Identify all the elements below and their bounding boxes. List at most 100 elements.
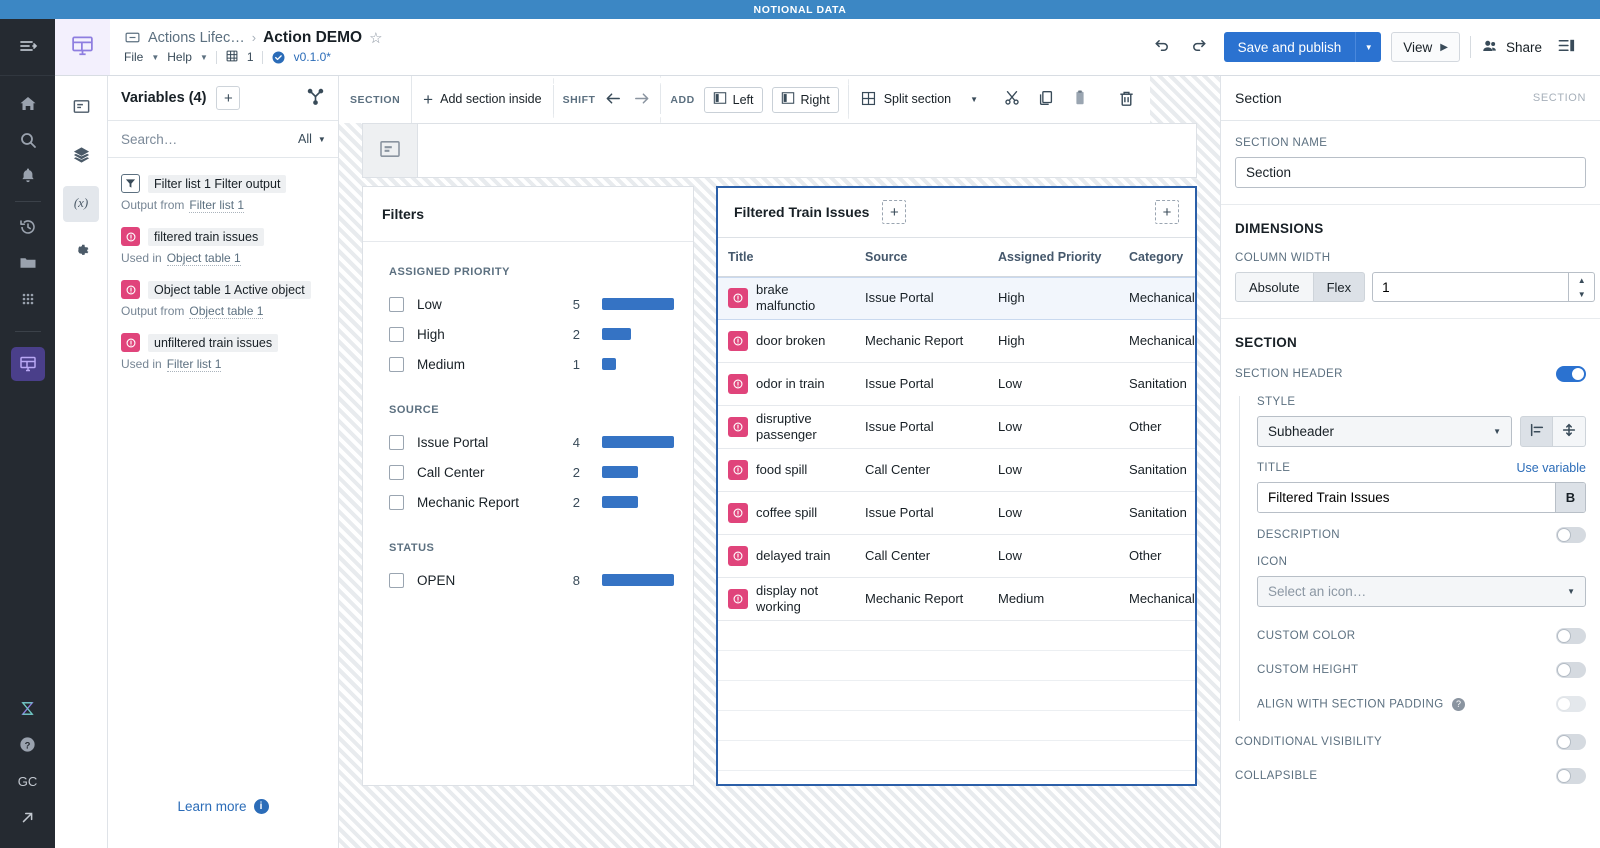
rail-item-logo[interactable] [0, 690, 55, 726]
column-header-source[interactable]: Source [855, 250, 988, 264]
add-section-inside-button[interactable]: + Add section inside [411, 76, 553, 123]
delete-button[interactable] [1117, 89, 1136, 111]
star-outline-icon[interactable]: ☆ [369, 29, 382, 47]
shift-right-button[interactable] [632, 89, 651, 111]
table-row[interactable]: delayed train Call Center Low Other [718, 535, 1195, 578]
description-toggle[interactable] [1556, 527, 1586, 543]
view-button[interactable]: View ▶ [1391, 32, 1460, 62]
list-item[interactable]: filtered train issues Used in Object tab… [108, 222, 338, 275]
save-options-button[interactable]: ▼ [1355, 32, 1382, 62]
style-select[interactable]: Subheader ▼ [1257, 416, 1512, 447]
collapsible-toggle[interactable] [1556, 768, 1586, 784]
copy-button[interactable] [1037, 89, 1055, 110]
table-row[interactable]: door broken Mechanic Report High Mechani… [718, 320, 1195, 363]
checkbox[interactable] [389, 296, 404, 312]
checkbox[interactable] [389, 464, 404, 480]
object-table-section[interactable]: Filtered Train Issues + + Title Source A… [716, 186, 1197, 786]
relation-target[interactable]: Object table 1 [189, 304, 264, 319]
add-variable-button[interactable]: + [216, 86, 241, 110]
custom-color-toggle[interactable] [1556, 628, 1586, 644]
chevron-down-icon[interactable]: ▼ [970, 95, 978, 104]
section-header-toggle[interactable] [1556, 366, 1586, 382]
search-input[interactable] [121, 131, 298, 147]
chevron-down-icon[interactable]: ▼ [1569, 287, 1594, 301]
filter-row[interactable]: OPEN 8 [389, 565, 674, 595]
filter-row[interactable]: High 2 [389, 319, 674, 349]
save-and-publish-button[interactable]: Save and publish [1223, 32, 1356, 62]
rail-item-user-initials[interactable]: GC [18, 762, 38, 800]
help-circle-icon[interactable]: ? [1452, 697, 1466, 711]
split-section-button[interactable]: Split section ▼ [848, 76, 990, 123]
custom-height-toggle[interactable] [1556, 662, 1586, 678]
add-widget-button-right[interactable]: + [1155, 200, 1179, 225]
variable-graph-button[interactable] [306, 87, 325, 109]
filter-row[interactable]: Call Center 2 [389, 457, 674, 487]
rail-item-apps[interactable] [0, 281, 55, 317]
checkbox[interactable] [389, 326, 404, 342]
table-row[interactable]: disruptive passenger Issue Portal Low Ot… [718, 406, 1195, 449]
width-mode-absolute[interactable]: Absolute [1235, 272, 1314, 302]
tool-variables[interactable]: (x) [63, 186, 99, 222]
column-header-priority[interactable]: Assigned Priority [988, 250, 1119, 264]
menu-file[interactable]: File [124, 50, 143, 64]
table-row[interactable]: brake malfunctio Issue Portal High Mecha… [718, 276, 1195, 320]
add-widget-button-left[interactable]: + [882, 200, 907, 225]
title-input[interactable] [1258, 483, 1555, 512]
branch-count[interactable]: 1 [247, 50, 254, 64]
undo-button[interactable] [1148, 33, 1176, 61]
breadcrumb-parent-link[interactable]: Actions Lifec… [148, 30, 245, 46]
cut-button[interactable] [1003, 89, 1021, 110]
align-padding-toggle[interactable] [1556, 696, 1586, 712]
list-item[interactable]: unfiltered train issues Used in Filter l… [108, 328, 338, 381]
icon-select[interactable]: Select an icon… ▼ [1257, 576, 1586, 607]
menu-help[interactable]: Help [167, 50, 192, 64]
filter-row[interactable]: Mechanic Report 2 [389, 487, 674, 517]
checkbox[interactable] [389, 494, 404, 510]
width-mode-flex[interactable]: Flex [1313, 272, 1366, 302]
checkbox[interactable] [389, 356, 404, 372]
relation-target[interactable]: Filter list 1 [189, 198, 245, 213]
table-row[interactable]: display not working Mechanic Report Medi… [718, 578, 1195, 621]
list-item[interactable]: Object table 1 Active object Output from… [108, 275, 338, 328]
tool-widgets[interactable] [63, 90, 99, 126]
filter-row[interactable]: Medium 1 [389, 349, 674, 379]
conditional-visibility-toggle[interactable] [1556, 734, 1586, 750]
app-icon-button[interactable] [55, 19, 110, 75]
rail-item-active-app[interactable] [0, 346, 55, 382]
table-row[interactable]: food spill Call Center Low Sanitation [718, 449, 1195, 492]
chevron-up-icon[interactable]: ▲ [1569, 273, 1594, 287]
tool-layers[interactable] [63, 138, 99, 174]
right-panel-toggle-button[interactable] [1552, 33, 1580, 61]
redo-button[interactable] [1186, 33, 1214, 61]
rail-item-history[interactable] [0, 209, 55, 245]
variables-filter-dropdown[interactable]: All ▼ [298, 132, 326, 146]
filters-section[interactable]: Filters ASSIGNED PRIORITY Low 5 High 2 M… [362, 186, 694, 786]
filter-row[interactable]: Issue Portal 4 [389, 427, 674, 457]
filter-row[interactable]: Low 5 [389, 289, 674, 319]
tool-settings[interactable] [63, 234, 99, 270]
table-row[interactable]: odor in train Issue Portal Low Sanitatio… [718, 363, 1195, 406]
rail-item-help[interactable]: ? [0, 726, 55, 762]
rail-collapse-button[interactable] [0, 19, 55, 76]
column-header-title[interactable]: Title [718, 250, 855, 264]
rail-item-files[interactable] [0, 245, 55, 281]
info-icon[interactable]: i [253, 799, 269, 814]
shift-left-button[interactable] [604, 89, 623, 111]
section-name-input[interactable] [1235, 157, 1586, 188]
width-value-input[interactable] [1372, 272, 1570, 302]
share-button[interactable]: Share [1481, 37, 1542, 58]
align-left-button[interactable] [1520, 416, 1553, 447]
rail-item-home[interactable] [0, 86, 55, 122]
bold-button[interactable]: B [1555, 483, 1585, 512]
rail-item-search[interactable] [0, 122, 55, 158]
checkbox[interactable] [389, 572, 404, 588]
relation-target[interactable]: Object table 1 [166, 251, 241, 266]
header-widget-strip[interactable] [362, 123, 1197, 178]
align-vertical-button[interactable] [1553, 416, 1586, 447]
paste-button[interactable] [1071, 89, 1089, 110]
use-variable-link[interactable]: Use variable [1517, 461, 1586, 475]
learn-more-link[interactable]: Learn more [177, 799, 246, 814]
relation-target[interactable]: Filter list 1 [166, 357, 222, 372]
rail-item-external-link[interactable] [0, 800, 55, 836]
table-row[interactable]: coffee spill Issue Portal Low Sanitation [718, 492, 1195, 535]
